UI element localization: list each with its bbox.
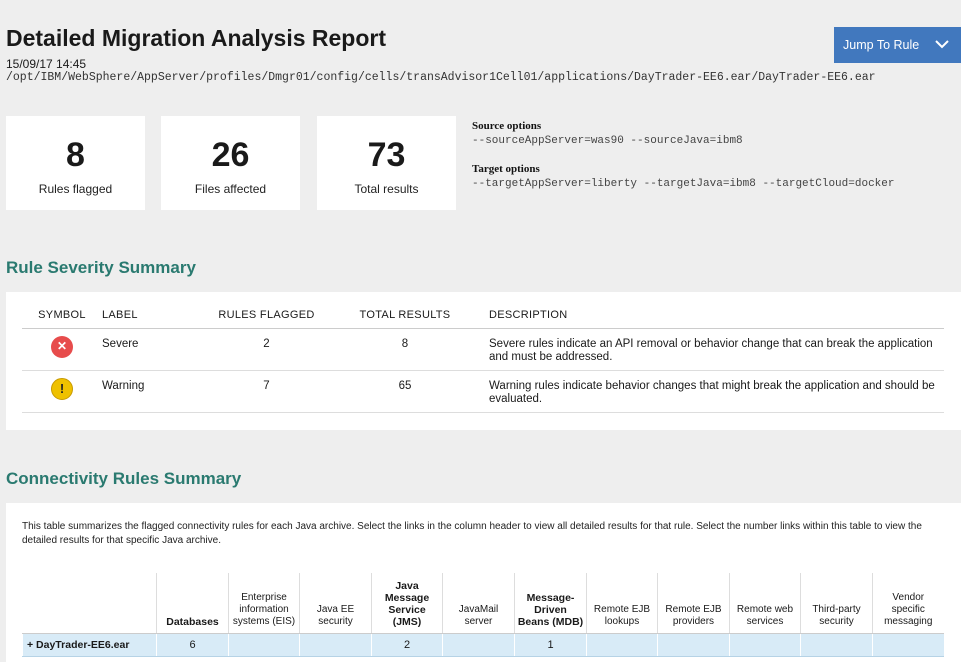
connectivity-table: Databases Enterprise information systems… bbox=[22, 573, 944, 657]
chevron-down-icon bbox=[935, 40, 949, 49]
count-jms[interactable]: 2 bbox=[371, 633, 443, 657]
rules-flagged-value: 7 bbox=[197, 370, 336, 413]
severity-label: Warning bbox=[102, 370, 197, 413]
connectivity-table-header: Databases Enterprise information systems… bbox=[22, 573, 944, 634]
column-header: DESCRIPTION bbox=[474, 302, 944, 329]
table-row: + DayTrader-EE6.ear 6 2 1 bbox=[22, 633, 944, 657]
stat-total-results: 73 Total results bbox=[317, 116, 456, 210]
target-options-value: --targetAppServer=liberty --targetJava=i… bbox=[472, 178, 895, 190]
severe-icon: ✕ bbox=[51, 335, 73, 358]
severe-icon-glyph: ✕ bbox=[56, 338, 68, 353]
connectivity-description: This table summarizes the flagged connec… bbox=[22, 521, 922, 546]
stat-value: 73 bbox=[367, 136, 406, 174]
column-header: SYMBOL bbox=[22, 302, 102, 329]
count-eis bbox=[228, 633, 300, 657]
count-remote-web-services bbox=[729, 633, 801, 657]
stat-rules-flagged: 8 Rules flagged bbox=[6, 116, 145, 210]
column-header: RULES FLAGGED bbox=[197, 302, 336, 329]
archive-expand-link[interactable]: + DayTrader-EE6.ear bbox=[22, 633, 157, 657]
count-javamail bbox=[442, 633, 515, 657]
stat-label: Rules flagged bbox=[38, 182, 113, 196]
column-header: LABEL bbox=[102, 302, 197, 329]
count-remote-ejb-providers bbox=[657, 633, 730, 657]
column-header-remote-web-services[interactable]: Remote web services bbox=[729, 573, 801, 634]
count-vendor-messaging bbox=[872, 633, 944, 657]
symbol-cell: ! bbox=[22, 370, 102, 413]
column-header-jms[interactable]: Java Message Service (JMS) bbox=[371, 573, 443, 634]
table-row: ✕ Severe 2 8 Severe rules indicate an AP… bbox=[22, 328, 944, 371]
total-results-value: 8 bbox=[336, 328, 474, 371]
rules-flagged-value: 2 bbox=[197, 328, 336, 371]
severity-label: Severe bbox=[102, 328, 197, 371]
count-remote-ejb-lookups bbox=[586, 633, 658, 657]
report-title: Detailed Migration Analysis Report bbox=[6, 25, 386, 51]
target-options-header: Target options bbox=[472, 163, 540, 175]
jump-to-rule-label: Jump To Rule bbox=[843, 38, 920, 52]
column-header-remote-ejb-providers[interactable]: Remote EJB providers bbox=[657, 573, 730, 634]
column-header-archive bbox=[22, 573, 157, 634]
stat-label: Total results bbox=[354, 182, 419, 196]
column-header-databases[interactable]: Databases bbox=[156, 573, 229, 634]
warning-icon: ! bbox=[51, 377, 73, 400]
column-header-third-party-security[interactable]: Third-party security bbox=[800, 573, 873, 634]
count-third-party-security bbox=[800, 633, 873, 657]
severity-summary-panel: SYMBOL LABEL RULES FLAGGED TOTAL RESULTS… bbox=[6, 292, 961, 430]
connectivity-summary-panel: This table summarizes the flagged connec… bbox=[6, 503, 961, 662]
column-header-vendor-messaging[interactable]: Vendor specific messaging bbox=[872, 573, 944, 634]
stat-value: 8 bbox=[66, 136, 85, 174]
connectivity-summary-title: Connectivity Rules Summary bbox=[6, 469, 242, 488]
column-header-mdb[interactable]: Message-Driven Beans (MDB) bbox=[514, 573, 587, 634]
stat-files-affected: 26 Files affected bbox=[161, 116, 300, 210]
symbol-cell: ✕ bbox=[22, 328, 102, 371]
report-timestamp: 15/09/17 14:45 bbox=[6, 57, 87, 71]
total-results-value: 65 bbox=[336, 370, 474, 413]
column-header: TOTAL RESULTS bbox=[336, 302, 474, 329]
jump-to-rule-button[interactable]: Jump To Rule bbox=[834, 27, 961, 63]
stat-value: 26 bbox=[211, 136, 250, 174]
source-options-header: Source options bbox=[472, 120, 542, 132]
column-header-remote-ejb-lookups[interactable]: Remote EJB lookups bbox=[586, 573, 658, 634]
source-options-value: --sourceAppServer=was90 --sourceJava=ibm… bbox=[472, 135, 743, 147]
column-header-javaee-security[interactable]: Java EE security bbox=[299, 573, 372, 634]
column-header-javamail[interactable]: JavaMail server bbox=[442, 573, 515, 634]
severity-description: Warning rules indicate behavior changes … bbox=[474, 370, 944, 413]
severity-description: Severe rules indicate an API removal or … bbox=[474, 328, 944, 371]
count-mdb[interactable]: 1 bbox=[514, 633, 587, 657]
warning-icon-glyph: ! bbox=[59, 380, 65, 396]
count-databases[interactable]: 6 bbox=[156, 633, 229, 657]
table-row: ! Warning 7 65 Warning rules indicate be… bbox=[22, 370, 944, 413]
count-javaee-security bbox=[299, 633, 372, 657]
severity-table-header: SYMBOL LABEL RULES FLAGGED TOTAL RESULTS… bbox=[22, 302, 944, 329]
stat-label: Files affected bbox=[194, 182, 267, 196]
archive-path: /opt/IBM/WebSphere/AppServer/profiles/Dm… bbox=[6, 71, 876, 84]
analysis-options: Source options --sourceAppServer=was90 -… bbox=[472, 120, 894, 190]
severity-table: SYMBOL LABEL RULES FLAGGED TOTAL RESULTS… bbox=[22, 302, 944, 413]
severity-summary-title: Rule Severity Summary bbox=[6, 258, 196, 277]
column-header-eis[interactable]: Enterprise information systems (EIS) bbox=[228, 573, 300, 634]
